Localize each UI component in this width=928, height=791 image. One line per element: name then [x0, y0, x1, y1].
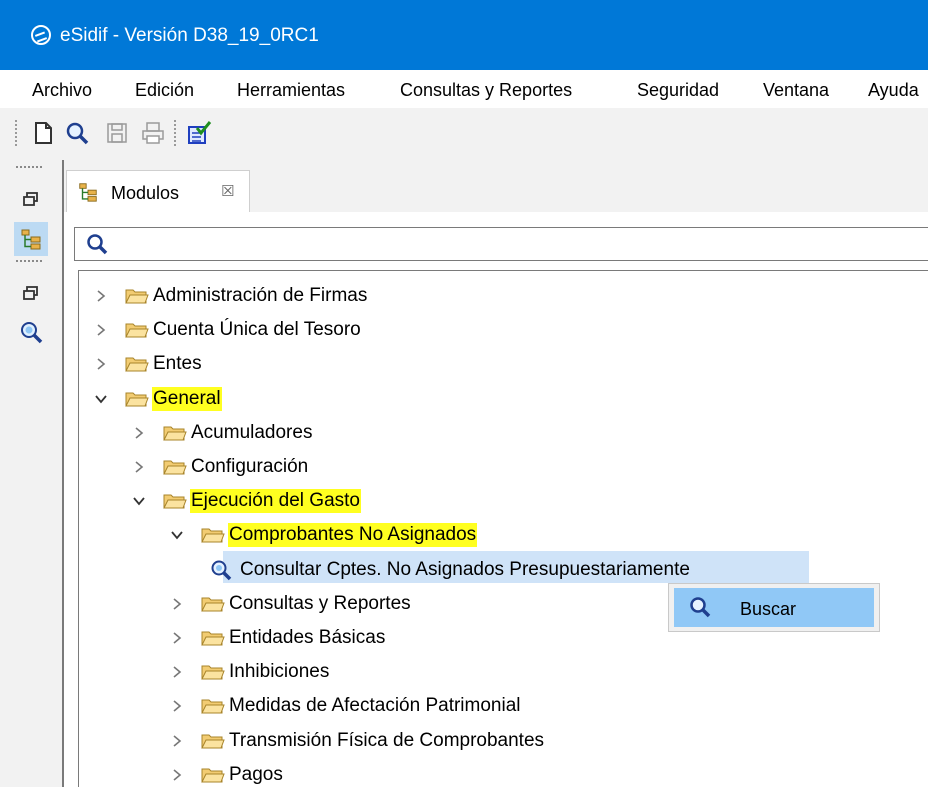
- new-document-icon[interactable]: [30, 120, 56, 146]
- folder-icon: [201, 732, 225, 750]
- filter-bar: [64, 212, 928, 270]
- view-tab-strip: Modulos ☒: [64, 160, 928, 213]
- chevron-right-icon[interactable]: [94, 289, 108, 303]
- tree-item-label: Medidas de Afectación Patrimonial: [229, 695, 521, 717]
- context-menu: Buscar: [668, 583, 880, 632]
- menu-seguridad[interactable]: Seguridad: [637, 79, 719, 101]
- tree-item-label: Cuenta Única del Tesoro: [153, 319, 361, 341]
- chevron-right-icon[interactable]: [170, 699, 184, 713]
- tree-item[interactable]: Medidas de Afectación Patrimonial: [170, 692, 928, 722]
- tree-item[interactable]: Transmisión Física de Comprobantes: [170, 727, 928, 757]
- chevron-right-icon[interactable]: [132, 460, 146, 474]
- menu-archivo[interactable]: Archivo: [32, 79, 92, 101]
- folder-icon: [201, 629, 225, 647]
- tree-view-icon: [77, 181, 99, 203]
- chevron-down-icon[interactable]: [94, 392, 108, 406]
- tree-item-label: Inhibiciones: [229, 661, 330, 683]
- chevron-right-icon[interactable]: [94, 323, 108, 337]
- tree-item[interactable]: Cuenta Única del Tesoro: [94, 316, 928, 346]
- chevron-right-icon[interactable]: [132, 426, 146, 440]
- tree-item-label: Acumuladores: [191, 421, 313, 443]
- tree-item[interactable]: Ejecución del Gasto: [132, 487, 928, 517]
- chevron-right-icon[interactable]: [170, 768, 184, 782]
- chevron-right-icon[interactable]: [170, 665, 184, 679]
- menu-ayuda[interactable]: Ayuda: [868, 79, 919, 101]
- tree-leaf-item[interactable]: Consultar Cptes. No Asignados Presupuest…: [209, 556, 928, 586]
- search-icon: [688, 595, 712, 619]
- print-icon[interactable]: [140, 120, 166, 146]
- tree-item-label: Administración de Firmas: [153, 285, 368, 306]
- tree-item[interactable]: Entes: [94, 350, 928, 380]
- tree-item[interactable]: Pagos: [170, 761, 928, 791]
- side-toolbar-grip[interactable]: [16, 260, 44, 262]
- tree-item-label: Pagos: [229, 763, 283, 785]
- side-toolbar-grip[interactable]: [16, 166, 44, 168]
- chevron-right-icon[interactable]: [170, 597, 184, 611]
- restore-icon[interactable]: [19, 282, 43, 306]
- folder-icon: [163, 492, 187, 510]
- save-icon[interactable]: [104, 120, 130, 146]
- folder-icon: [163, 424, 187, 442]
- side-toolbar: [0, 160, 64, 787]
- chevron-down-icon[interactable]: [170, 528, 184, 542]
- menu-edicion[interactable]: Edición: [135, 79, 194, 101]
- folder-icon: [201, 663, 225, 681]
- context-menu-item-buscar[interactable]: Buscar: [674, 588, 874, 627]
- checklist-icon[interactable]: [186, 120, 212, 146]
- tree-view-icon[interactable]: [19, 227, 43, 251]
- tree-item-label: Ejecución del Gasto: [190, 489, 361, 514]
- main-toolbar: [0, 108, 928, 161]
- folder-icon: [125, 390, 149, 408]
- search-icon[interactable]: [64, 120, 90, 146]
- context-menu-label: Buscar: [740, 599, 797, 619]
- folder-icon: [201, 526, 225, 544]
- folder-icon: [201, 595, 225, 613]
- tree-item[interactable]: Inhibiciones: [170, 658, 928, 688]
- filter-box: [74, 227, 928, 261]
- app-logo-icon: [31, 25, 51, 45]
- tree-item-label: General: [152, 386, 222, 411]
- tree-item-label: Entes: [153, 353, 202, 375]
- window-title: eSidif - Versión D38_19_0RC1: [60, 25, 319, 46]
- menu-consultas-y-reportes[interactable]: Consultas y Reportes: [400, 79, 572, 101]
- search-icon: [209, 558, 233, 582]
- restore-icon[interactable]: [19, 188, 43, 212]
- folder-icon: [125, 355, 149, 373]
- toolbar-grip[interactable]: [174, 120, 176, 146]
- tree-item[interactable]: Configuración: [132, 453, 928, 483]
- tree-item[interactable]: General: [94, 385, 928, 415]
- chevron-right-icon[interactable]: [94, 357, 108, 371]
- folder-icon: [125, 287, 149, 305]
- toolbar-grip[interactable]: [15, 120, 17, 146]
- tree-item-label: Configuración: [191, 456, 309, 477]
- chevron-right-icon[interactable]: [170, 631, 184, 645]
- chevron-right-icon[interactable]: [170, 734, 184, 748]
- tree-item-label: Transmisión Física de Comprobantes: [229, 729, 545, 751]
- filter-input[interactable]: [119, 234, 903, 258]
- folder-icon: [201, 766, 225, 784]
- tab-modulos[interactable]: Modulos ☒: [66, 170, 250, 213]
- search-icon: [85, 232, 109, 256]
- folder-icon: [125, 321, 149, 339]
- menu-herramientas[interactable]: Herramientas: [237, 79, 345, 101]
- tree-item[interactable]: Acumuladores: [132, 419, 928, 449]
- folder-icon: [163, 458, 187, 476]
- menu-ventana[interactable]: Ventana: [763, 79, 829, 101]
- tree-item-label: Comprobantes No Asignados: [228, 523, 478, 548]
- tree-item-label: Consultas y Reportes: [229, 592, 411, 614]
- menu-bar: Archivo Edición Herramientas Consultas y…: [0, 70, 928, 108]
- chevron-down-icon[interactable]: [132, 494, 146, 508]
- folder-icon: [201, 697, 225, 715]
- tree-item[interactable]: Administración de Firmas: [94, 282, 928, 312]
- tree-item-label: Entidades Básicas: [229, 627, 386, 648]
- title-bar: eSidif - Versión D38_19_0RC1: [0, 0, 928, 70]
- tree-item-label: Consultar Cptes. No Asignados Presupuest…: [240, 558, 690, 580]
- tree-item[interactable]: Comprobantes No Asignados: [170, 521, 928, 551]
- tab-label: Modulos: [111, 183, 180, 203]
- search-icon[interactable]: [19, 320, 43, 344]
- close-icon[interactable]: ☒: [221, 183, 234, 201]
